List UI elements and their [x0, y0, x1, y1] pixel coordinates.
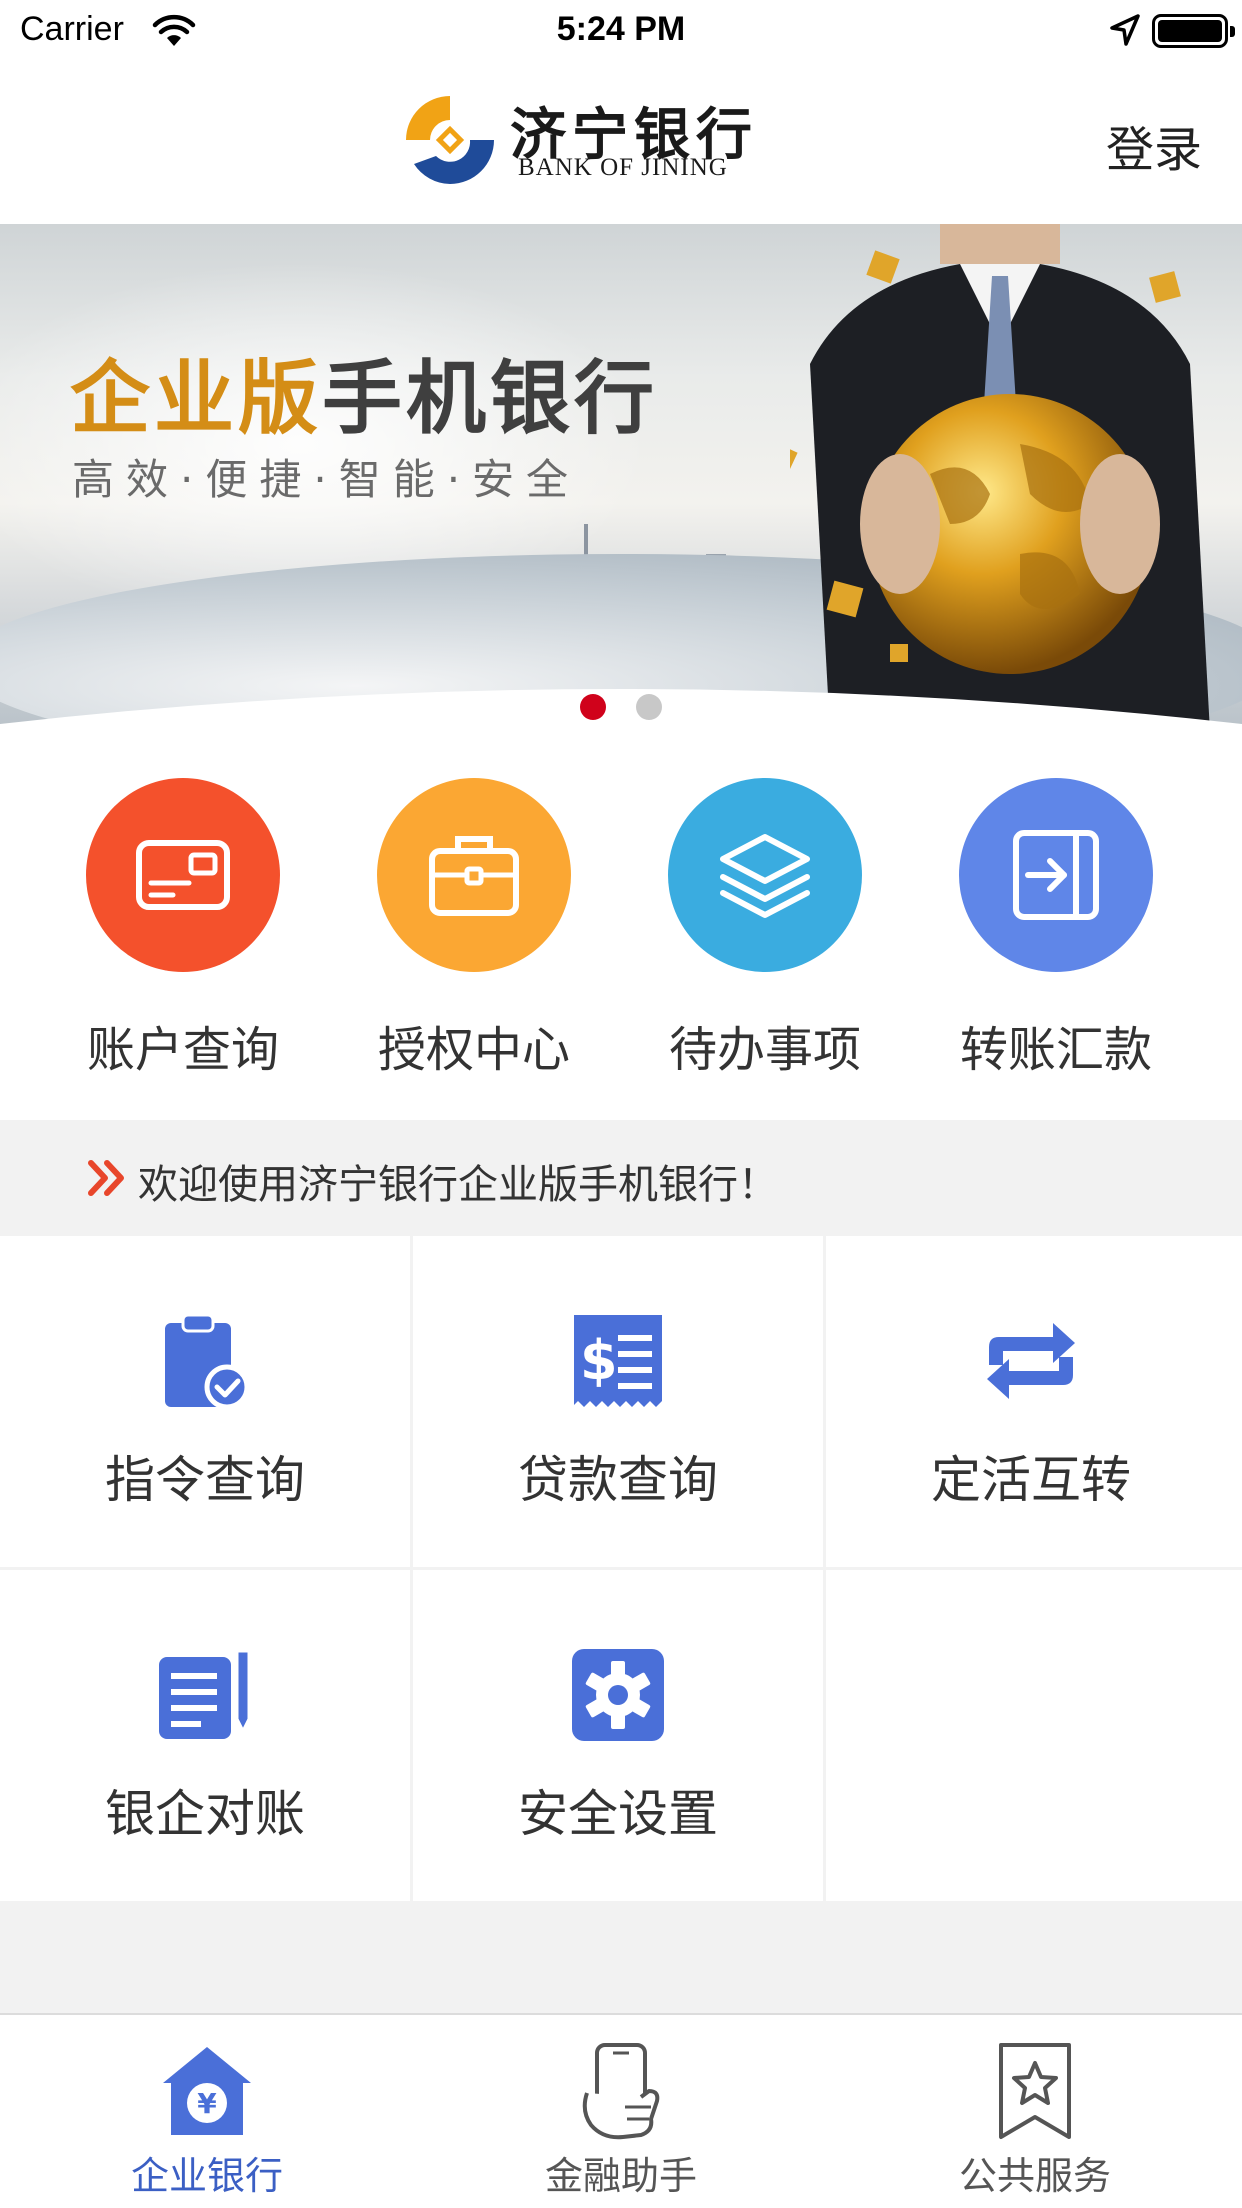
bank-logo-mark-icon — [406, 96, 494, 184]
card-icon — [136, 840, 230, 910]
transfer-in-icon — [1013, 830, 1099, 920]
location-arrow-icon — [1110, 14, 1140, 50]
status-bar: Carrier 5:24 PM — [0, 0, 1242, 62]
logo-english-name: BANK OF JINING — [518, 154, 728, 181]
welcome-notice[interactable]: 欢迎使用济宁银行企业版手机银行！ — [0, 1120, 1242, 1236]
function-instruction-query[interactable]: 指令查询 — [0, 1236, 410, 1567]
tab-financial-assistant[interactable]: 金融助手 — [414, 2015, 828, 2208]
function-bank-reconciliation[interactable]: 银企对账 — [0, 1570, 410, 1901]
quick-action-label: 转账汇款 — [959, 1022, 1152, 1078]
gear-icon — [572, 1649, 664, 1741]
bookmark-star-icon — [999, 2043, 1071, 2139]
quick-action-circle — [86, 778, 280, 972]
dollar-receipt-icon: $ — [574, 1315, 662, 1407]
quick-action-label: 授权中心 — [377, 1022, 570, 1078]
layers-icon — [720, 834, 810, 918]
function-label: 指令查询 — [105, 1451, 305, 1509]
function-security-settings[interactable]: 安全设置 — [413, 1570, 823, 1901]
quick-action-transfer[interactable]: 转账汇款 — [936, 770, 1176, 1090]
banner-bottom-curve — [0, 689, 1242, 732]
function-loan-query[interactable]: $ 贷款查询 — [413, 1236, 823, 1567]
briefcase-icon — [429, 836, 519, 916]
document-pen-icon — [159, 1649, 251, 1739]
quick-action-authorization-center[interactable]: 授权中心 — [354, 770, 594, 1090]
quick-action-account-query[interactable]: 账户查询 — [63, 770, 303, 1090]
bottom-tab-bar: ¥ 企业银行 金融助手 公共服务 — [0, 2013, 1242, 2208]
banner-pagination — [0, 694, 1242, 724]
swap-arrows-icon — [987, 1323, 1075, 1399]
quick-action-todo[interactable]: 待办事项 — [645, 770, 885, 1090]
quick-action-label: 待办事项 — [668, 1022, 861, 1078]
svg-text:$: $ — [580, 1329, 618, 1392]
quick-action-label: 账户查询 — [86, 1022, 279, 1078]
function-empty-slot — [826, 1570, 1242, 1901]
tab-corporate-banking[interactable]: ¥ 企业银行 — [0, 2015, 414, 2208]
svg-text:¥: ¥ — [197, 2087, 217, 2120]
tab-label: 金融助手 — [544, 2154, 697, 2198]
app-header: 济宁银行 BANK OF JINING 登录 — [0, 62, 1242, 224]
function-fixed-current-transfer[interactable]: 定活互转 — [826, 1236, 1242, 1567]
function-label: 银企对账 — [105, 1785, 305, 1843]
function-label: 贷款查询 — [518, 1451, 718, 1509]
quick-actions: 账户查询 授权中心 待办事项 转账汇款 — [0, 770, 1242, 1120]
phone-hand-icon — [582, 2043, 660, 2140]
pagination-dot-1[interactable] — [580, 694, 606, 720]
tab-label: 公共服务 — [958, 2154, 1111, 2198]
content-spacer — [0, 1912, 1242, 2013]
pagination-dot-2[interactable] — [636, 694, 662, 720]
promo-banner[interactable]: 企业版手机银行 高效·便捷·智能·安全 — [0, 224, 1242, 732]
clock: 5:24 PM — [556, 10, 686, 48]
function-grid: 指令查询 $ 贷款查询 定活互转 银企对账 安全设置 — [0, 1236, 1242, 1912]
tab-public-services[interactable]: 公共服务 — [828, 2015, 1242, 2208]
function-label: 定活互转 — [931, 1451, 1131, 1509]
double-chevron-right-icon — [88, 1160, 124, 1196]
login-button[interactable]: 登录 — [1106, 110, 1202, 180]
quick-action-circle — [959, 778, 1153, 972]
bank-logo: 济宁银行 BANK OF JINING — [400, 90, 850, 190]
battery-icon — [1152, 14, 1235, 48]
home-yuan-icon: ¥ — [163, 2047, 251, 2135]
quick-action-circle — [668, 778, 862, 972]
clipboard-check-icon — [165, 1313, 250, 1410]
tab-label: 企业银行 — [130, 2154, 283, 2198]
welcome-notice-text: 欢迎使用济宁银行企业版手机银行！ — [138, 1162, 778, 1208]
quick-action-circle — [377, 778, 571, 972]
function-label: 安全设置 — [518, 1785, 718, 1843]
